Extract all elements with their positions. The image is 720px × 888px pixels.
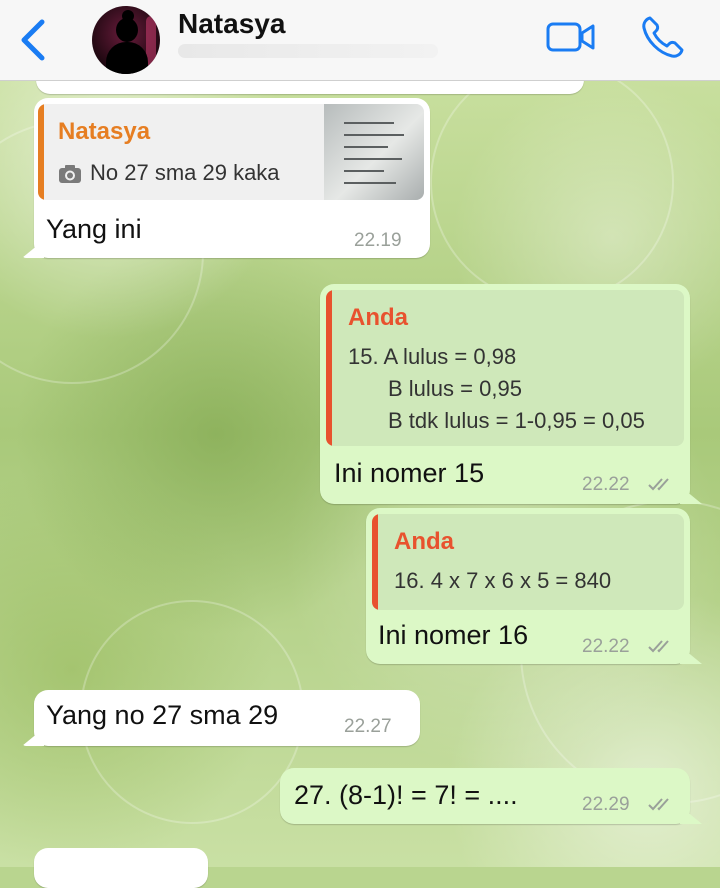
message-text: 27. (8-1)! = 7! = .... <box>294 780 518 810</box>
quote-line: 16. 4 x 7 x 6 x 5 = 840 <box>394 568 612 593</box>
message-time: 22.27 <box>344 716 392 737</box>
message-text: Ini nomer 15 <box>334 458 485 488</box>
avatar[interactable] <box>92 6 160 74</box>
quote-text: No 27 sma 29 kaka <box>90 160 280 185</box>
message-time: 22.19 <box>354 230 402 251</box>
message-text: Ini nomer 16 <box>378 620 529 650</box>
outgoing-message-bubble[interactable]: Anda 15. A lulus = 0,98 B lulus = 0,95 B… <box>320 284 690 504</box>
contact-status-blurred <box>178 44 438 58</box>
contact-name[interactable]: Natasya <box>178 8 285 40</box>
quoted-message[interactable]: Natasya No 27 sma 29 kaka <box>38 104 424 200</box>
outgoing-message-bubble[interactable]: Anda 16. 4 x 7 x 6 x 5 = 840 Ini nomer 1… <box>366 508 690 664</box>
message-time: 22.29 <box>582 794 630 815</box>
quote-author: Anda <box>394 528 454 555</box>
next-message-bubble[interactable] <box>34 848 208 888</box>
chevron-left-icon[interactable] <box>14 18 54 62</box>
quote-line: B tdk lulus = 1-0,95 = 0,05 <box>388 408 645 433</box>
camera-icon <box>59 165 81 183</box>
quoted-image-thumbnail[interactable] <box>324 104 424 200</box>
message-text: Yang ini <box>46 214 142 244</box>
quote-author: Natasya <box>58 118 151 145</box>
read-receipt-icon <box>648 478 669 491</box>
quote-line: 15. A lulus = 0,98 <box>348 344 517 369</box>
video-call-icon[interactable] <box>546 20 596 54</box>
quoted-message[interactable]: Anda 15. A lulus = 0,98 B lulus = 0,95 B… <box>326 290 684 446</box>
outgoing-message-bubble[interactable]: 27. (8-1)! = 7! = .... 22.29 <box>280 768 690 824</box>
quoted-message[interactable]: Anda 16. 4 x 7 x 6 x 5 = 840 <box>372 514 684 610</box>
phone-call-icon[interactable] <box>640 14 686 60</box>
read-receipt-icon <box>648 640 669 653</box>
quote-accent-bar <box>38 104 44 200</box>
read-receipt-icon <box>648 798 669 811</box>
incoming-message-bubble[interactable]: Yang no 27 sma 29 22.27 <box>34 690 420 746</box>
quote-accent-bar <box>326 290 332 446</box>
incoming-message-bubble[interactable]: Natasya No 27 sma 29 kaka Yang ini 22.19 <box>34 98 430 258</box>
chat-header: Natasya <box>0 0 720 81</box>
quote-line: B lulus = 0,95 <box>388 376 522 401</box>
quote-author: Anda <box>348 304 408 331</box>
message-text: Yang no 27 sma 29 <box>46 700 279 730</box>
message-time: 22.22 <box>582 636 630 657</box>
quote-accent-bar <box>372 514 378 610</box>
message-time: 22.22 <box>582 474 630 495</box>
